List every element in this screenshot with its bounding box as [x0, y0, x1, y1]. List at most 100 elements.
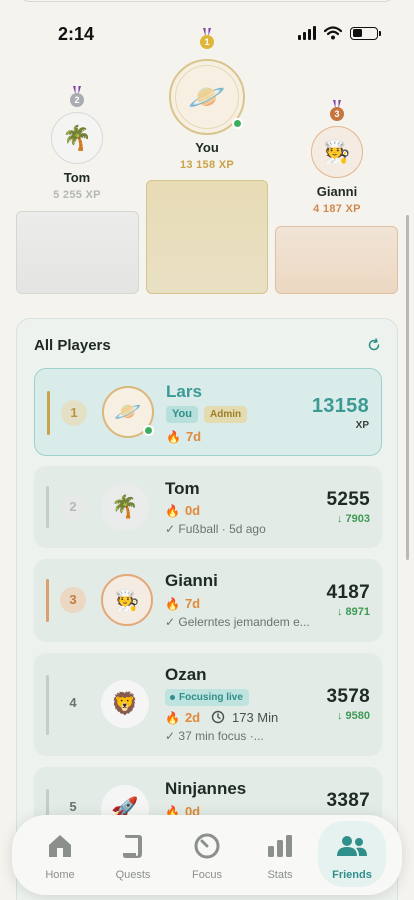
tab-friends[interactable]: Friends — [318, 821, 386, 887]
podium-xp: 4 187 XP — [313, 203, 361, 215]
bottom-tab-bar: Home Quests Focus Stats Friends — [12, 815, 402, 895]
xp-delta: ↓ 9580 — [336, 710, 370, 722]
avatar: 🪐 — [102, 386, 154, 438]
avatar: 🌴 — [101, 483, 149, 531]
tab-label: Stats — [267, 869, 293, 881]
streak: 🔥 7d — [165, 596, 200, 611]
saturn-icon: 🪐 — [114, 399, 142, 424]
online-status-dot — [143, 425, 154, 436]
cook-icon: 🧑‍🍳 — [114, 589, 140, 612]
lion-icon: 🦁 — [111, 691, 139, 716]
avatar: 🧑‍🍳 — [311, 126, 363, 178]
admin-badge: Admin — [204, 406, 248, 423]
player-xp: 4187 — [326, 582, 370, 603]
silver-medal-icon: 2 — [70, 86, 84, 108]
streak: 🔥 7d — [166, 429, 201, 444]
player-name: Lars — [166, 382, 202, 401]
card-title: All Players — [34, 337, 111, 354]
player-name: Gianni — [165, 571, 218, 590]
rank-number: 2 — [60, 494, 86, 520]
streak: 🔥 0d — [165, 503, 200, 518]
focus-minutes: 173 Min — [232, 710, 279, 725]
podium-name: You — [195, 140, 219, 155]
scrollbar[interactable] — [406, 215, 409, 560]
status-icons — [298, 26, 381, 40]
avatar: 🪐 — [169, 59, 245, 135]
timer-icon — [194, 833, 220, 859]
player-row-lars[interactable]: 1 🪐 Lars You Admin 🔥 7d 13158 XP — [34, 368, 382, 456]
tab-label: Friends — [332, 869, 372, 881]
xp-unit: XP — [355, 420, 369, 431]
wifi-icon — [324, 26, 342, 40]
avatar: 🦁 — [101, 680, 149, 728]
flame-icon: 🔥 — [166, 429, 181, 444]
streak-days: 7d — [185, 429, 202, 444]
rank-indicator — [46, 675, 49, 735]
podium-name: Tom — [63, 170, 91, 185]
rank-indicator — [46, 579, 49, 622]
podium-third[interactable]: 3 🧑‍🍳 Gianni 4 187 XP — [305, 100, 369, 215]
avatar: 🧑‍🍳 — [101, 574, 153, 626]
streak-days: 7d — [184, 596, 201, 611]
saturn-icon: 🪐 — [188, 80, 226, 114]
tab-quests[interactable]: Quests — [99, 821, 167, 887]
timer-icon — [211, 710, 225, 724]
xp-delta: ↓ 7903 — [336, 513, 370, 525]
home-icon — [49, 835, 71, 857]
rank-indicator — [47, 391, 50, 435]
battery-icon — [350, 26, 381, 40]
scroll-icon — [123, 835, 142, 858]
rank-number: 4 — [69, 695, 77, 710]
podium-name: Gianni — [316, 184, 358, 199]
streak-days: 0d — [184, 503, 201, 518]
player-xp: 3387 — [326, 790, 370, 811]
podium-xp: 13 158 XP — [179, 159, 235, 171]
cook-icon: 🧑‍🍳 — [323, 139, 351, 164]
all-players-card: All Players 1 🪐 Lars You Admin 🔥 7d 1315… — [16, 318, 398, 900]
last-activity: ✓ Gelerntes jemandem e... — [165, 615, 310, 629]
last-activity: ✓ 37 min focus ·... — [165, 729, 264, 743]
live-dot-icon — [170, 695, 175, 700]
friends-icon — [337, 836, 367, 856]
you-badge: You — [166, 406, 198, 423]
podium-block-third — [275, 226, 398, 294]
rank-indicator — [46, 486, 49, 528]
podium-block-first — [146, 180, 268, 294]
bronze-medal-icon: 3 — [330, 100, 344, 122]
player-row-gianni[interactable]: 3 🧑‍🍳 Gianni 🔥 7d ✓ Gelerntes jemandem e… — [34, 559, 382, 642]
podium-second[interactable]: 2 🌴 Tom 5 255 XP — [45, 86, 109, 201]
refresh-icon[interactable] — [367, 338, 381, 352]
status-time: 2:14 — [58, 24, 95, 44]
xp-delta: ↓ 8971 — [336, 606, 370, 618]
flame-icon: 🔥 — [165, 503, 180, 518]
player-xp: 3578 — [326, 686, 370, 707]
flame-icon: 🔥 — [165, 596, 180, 611]
tab-label: Quests — [115, 869, 151, 881]
player-xp: 13158 — [311, 395, 369, 417]
tab-focus[interactable]: Focus — [173, 821, 241, 887]
last-activity: ✓ Fußball · 5d ago — [165, 522, 266, 536]
online-status-dot — [232, 118, 243, 129]
palm-tree-icon: 🌴 — [62, 124, 92, 152]
rank-number: 3 — [60, 587, 86, 613]
player-xp: 5255 — [326, 489, 370, 510]
player-name: Ninjannes — [165, 779, 247, 798]
cellular-signal-icon — [298, 26, 316, 40]
player-name: Tom — [165, 479, 200, 498]
gold-medal-icon: 1 — [200, 28, 214, 50]
podium-xp: 5 255 XP — [53, 189, 101, 201]
tab-stats[interactable]: Stats — [246, 821, 314, 887]
rank-number: 1 — [61, 400, 87, 426]
player-name: Ozan — [165, 665, 207, 684]
podium-block-second — [16, 211, 139, 294]
tab-label: Focus — [192, 869, 222, 881]
flame-icon: 🔥 — [165, 710, 180, 725]
player-row-ozan[interactable]: 4 🦁 Ozan Focusing live 🔥 2d 173 Min ✓ 37… — [34, 653, 382, 756]
tab-label: Home — [45, 869, 75, 881]
bar-chart-icon — [268, 835, 292, 857]
palm-tree-icon: 🌴 — [111, 494, 139, 519]
player-row-tom[interactable]: 2 🌴 Tom 🔥 0d ✓ Fußball · 5d ago 5255 ↓ 7… — [34, 466, 382, 548]
avatar: 🌴 — [51, 112, 103, 164]
tab-home[interactable]: Home — [26, 821, 94, 887]
podium-first[interactable]: 1 🪐 You 13 158 XP — [166, 28, 248, 171]
